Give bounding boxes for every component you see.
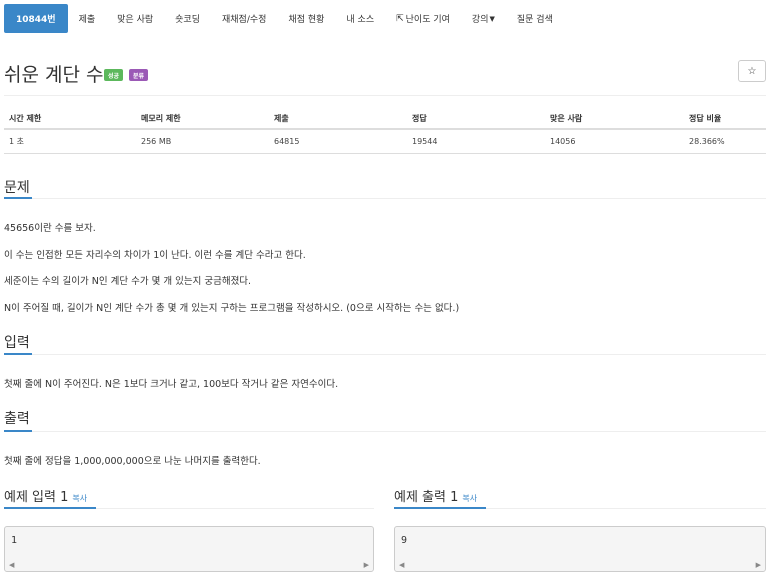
tab-difficulty-contribution[interactable]: ⇱ 난이도 기여	[385, 4, 461, 33]
tab-question-search[interactable]: 질문 검색	[506, 4, 564, 33]
section-heading-output: 출력	[4, 411, 30, 427]
problem-info-table: 시간 제한 메모리 제한 제출 정답 맞은 사람 정답 비율 1 초 256 M…	[4, 108, 766, 154]
sample-output-value: 9	[401, 535, 408, 546]
tab-my-source[interactable]: 내 소스	[335, 4, 385, 33]
scroll-right-icon[interactable]: ▶	[756, 561, 761, 569]
header-memory-limit: 메모리 제한	[136, 108, 269, 130]
tab-problem-number[interactable]: 10844번	[4, 4, 68, 33]
tab-rejudge[interactable]: 재채점/수정	[211, 4, 277, 33]
favorite-star-button[interactable]: ☆	[738, 60, 766, 82]
external-link-icon: ⇱	[396, 13, 404, 24]
accepted-value: 19544	[407, 129, 545, 154]
header-submissions: 제출	[269, 108, 407, 130]
category-badge[interactable]: 분류	[129, 69, 149, 81]
copy-sample-output-link[interactable]: 복사	[462, 494, 477, 503]
scroll-left-icon[interactable]: ◀	[9, 561, 14, 569]
horizontal-scrollbar[interactable]: ◀ ▶	[5, 559, 373, 571]
time-limit-value: 1 초	[4, 129, 136, 154]
section-underline	[4, 353, 32, 355]
output-description: 첫째 줄에 정답을 1,000,000,000으로 나눈 나머지를 출력한다.	[4, 456, 261, 467]
description-paragraph: 이 수는 인접한 모든 자리수의 차이가 1이 난다. 이런 수를 계단 수라고…	[4, 250, 306, 261]
status-badge-success: 성공	[104, 69, 124, 81]
section-underline	[4, 507, 96, 509]
tab-lectures[interactable]: 강의 ▼	[461, 4, 506, 33]
sample-output-heading: 예제 출력 1 복사	[394, 490, 478, 505]
problem-nav-tabs: 10844번 제출 맞은 사람 숏코딩 재채점/수정 채점 현황 내 소스 ⇱ 난…	[4, 4, 564, 33]
problem-title-row: 쉬운 계단 수 성공 분류 ☆	[4, 58, 766, 92]
table-header-row: 시간 제한 메모리 제한 제출 정답 맞은 사람 정답 비율	[4, 108, 766, 130]
title-divider	[4, 95, 766, 96]
description-paragraph: N이 주어질 때, 길이가 N인 계단 수가 총 몇 개 있는지 구하는 프로그…	[4, 303, 460, 314]
sample-output-box[interactable]: 9 ◀ ▶	[394, 526, 766, 572]
accept-ratio-value: 28.366%	[684, 129, 766, 154]
description-paragraph: 45656이란 수를 보자.	[4, 223, 96, 234]
section-underline	[4, 430, 32, 432]
table-row: 1 초 256 MB 64815 19544 14056 28.366%	[4, 129, 766, 154]
horizontal-scrollbar[interactable]: ◀ ▶	[395, 559, 765, 571]
memory-limit-value: 256 MB	[136, 129, 269, 154]
submissions-value: 64815	[269, 129, 407, 154]
input-description: 첫째 줄에 N이 주어진다. N은 1보다 크거나 같고, 100보다 작거나 …	[4, 379, 339, 390]
section-heading-input: 입력	[4, 335, 30, 351]
star-icon: ☆	[747, 65, 757, 77]
tab-short-coding[interactable]: 숏코딩	[164, 4, 211, 33]
accepted-users-value: 14056	[545, 129, 684, 154]
section-underline	[394, 507, 486, 509]
description-paragraph: 세준이는 수의 길이가 N인 계단 수가 몇 개 있는지 궁금해졌다.	[4, 276, 252, 287]
header-time-limit: 시간 제한	[4, 108, 136, 130]
sample-input-value: 1	[11, 535, 18, 546]
section-heading-description: 문제	[4, 180, 30, 196]
scroll-left-icon[interactable]: ◀	[399, 561, 404, 569]
header-accept-ratio: 정답 비율	[684, 108, 766, 130]
section-divider	[4, 431, 766, 432]
tab-submit[interactable]: 제출	[68, 4, 107, 33]
caret-down-icon: ▼	[489, 14, 495, 23]
scroll-right-icon[interactable]: ▶	[364, 561, 369, 569]
tab-judge-status[interactable]: 채점 현황	[277, 4, 335, 33]
tab-accepted-users[interactable]: 맞은 사람	[106, 4, 164, 33]
header-accepted: 정답	[407, 108, 545, 130]
problem-title: 쉬운 계단 수	[4, 64, 104, 86]
section-divider	[4, 198, 766, 199]
sample-input-box[interactable]: 1 ◀ ▶	[4, 526, 374, 572]
header-accepted-users: 맞은 사람	[545, 108, 684, 130]
section-underline	[4, 197, 32, 199]
copy-sample-input-link[interactable]: 복사	[72, 494, 87, 503]
sample-input-heading: 예제 입력 1 복사	[4, 490, 88, 505]
section-divider	[4, 354, 766, 355]
